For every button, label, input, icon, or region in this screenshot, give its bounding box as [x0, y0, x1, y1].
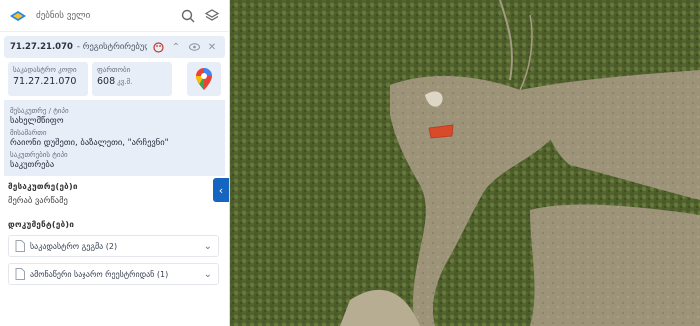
parcel-info: მესაკუთრე / ტიპი სახელმწიფო მისამართი რა… [4, 100, 225, 176]
chevron-left-icon: ‹ [218, 183, 224, 197]
cadastral-label: საკადასტრო კოდი [13, 66, 77, 74]
area-label: ფართობი [97, 66, 131, 74]
eye-icon[interactable] [187, 40, 201, 54]
info-row: საკუთრების ტიპი საკუთრება [10, 151, 219, 170]
document-item[interactable]: საკადასტრო გეგმა (2) ⌄ [8, 235, 219, 257]
owner-name: მერაბ ვარწამე [8, 196, 68, 206]
satellite-map[interactable] [230, 0, 700, 326]
document-icon [15, 268, 25, 280]
google-maps-button[interactable] [187, 62, 221, 96]
search-bar: ძებნის ველი [0, 0, 229, 32]
info-label: მესაკუთრე / ტიპი [10, 107, 69, 115]
side-panel: ძებნის ველი 71.27.21.070 - რეგისტრირებულ… [0, 0, 230, 326]
parcel-card: 71.27.21.070 - რეგისტრირებულია ⌃ ✕ [4, 36, 225, 58]
info-label: მისამართი [10, 129, 47, 137]
documents-section: დოკუმენტ(ებ)ი [0, 206, 229, 229]
cadastral-value: 71.27.21.070 [13, 76, 77, 87]
satellite-imagery [230, 0, 700, 326]
parcel-status: - რეგისტრირებულია [76, 42, 147, 52]
document-label: საკადასტრო გეგმა (2) [30, 241, 118, 251]
parcel-code: 71.27.21.070 [10, 42, 73, 52]
document-icon [15, 240, 25, 252]
chevron-up-icon[interactable]: ⌃ [169, 40, 183, 54]
info-row: მესაკუთრე / ტიპი სახელმწიფო [10, 107, 219, 126]
map-pin-icon [196, 68, 212, 90]
document-label: ამონაწერი საჯარო რეესტრიდან (1) [30, 269, 169, 279]
document-item[interactable]: ამონაწერი საჯარო რეესტრიდან (1) ⌄ [8, 263, 219, 285]
cadastral-stat: საკადასტრო კოდი 71.27.21.070 [8, 62, 88, 96]
documents-title: დოკუმენტ(ებ)ი [8, 220, 75, 229]
area-stat: ფართობი 608 კვ.მ. [92, 62, 172, 96]
info-value: სახელმწიფო [10, 116, 64, 126]
info-label: საკუთრების ტიპი [10, 151, 68, 159]
owner-section: მესაკუთრე(ებ)ი მერაბ ვარწამე [0, 176, 229, 206]
logo-icon [10, 10, 26, 21]
area-unit: კვ.მ. [117, 78, 133, 86]
info-row: მისამართი რაიონი დუშეთი, ბაზალეთი, "არჩე… [10, 129, 219, 148]
collapse-panel-button[interactable]: ‹ [213, 178, 229, 202]
layers-icon[interactable] [203, 7, 221, 25]
area-value: 608 [97, 76, 116, 87]
owner-title: მესაკუთრე(ებ)ი [8, 182, 78, 191]
parcel-stats: საკადასტრო კოდი 71.27.21.070 ფართობი 608… [4, 58, 225, 100]
search-input[interactable]: ძებნის ველი [36, 11, 173, 21]
parcel-header[interactable]: 71.27.21.070 - რეგისტრირებულია ⌃ ✕ [4, 36, 225, 58]
info-value: საკუთრება [10, 160, 55, 170]
close-icon[interactable]: ✕ [205, 40, 219, 54]
palette-icon[interactable] [151, 40, 165, 54]
chevron-down-icon[interactable]: ⌄ [204, 241, 212, 252]
info-value: რაიონი დუშეთი, ბაზალეთი, "არჩევნი" [10, 138, 169, 148]
search-icon[interactable] [179, 7, 197, 25]
chevron-down-icon[interactable]: ⌄ [204, 269, 212, 280]
